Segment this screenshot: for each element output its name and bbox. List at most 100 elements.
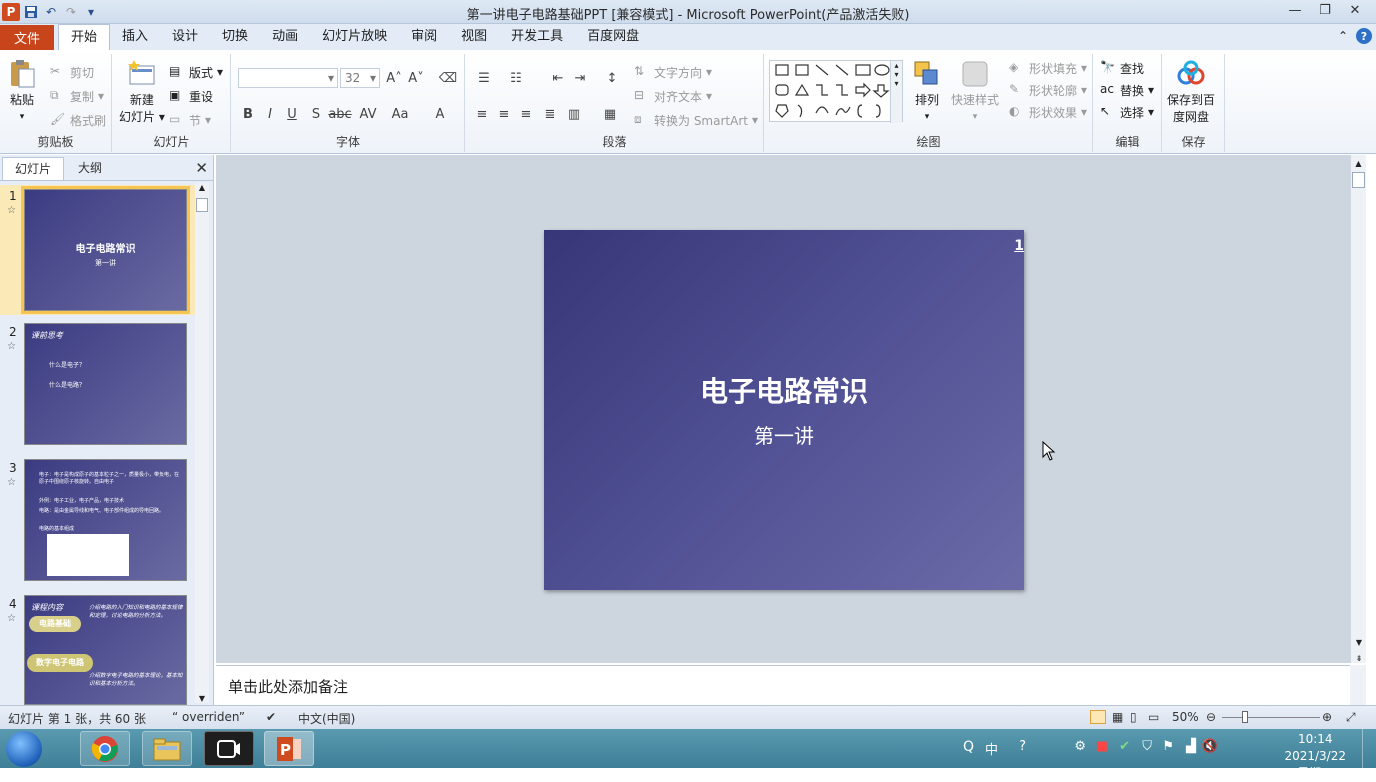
- next-slide-icon[interactable]: ⇟: [1351, 654, 1367, 663]
- notes-placeholder[interactable]: 单击此处添加备注: [228, 676, 348, 697]
- shape-fill-button[interactable]: ◈ 形状填充 ▾: [1009, 58, 1087, 78]
- thumbnail-slide-2[interactable]: 课前思考 什么是电子？ 什么是电路？: [24, 323, 187, 445]
- cut-button[interactable]: ✂ 剪切: [50, 62, 94, 82]
- help-icon[interactable]: ?: [1356, 28, 1372, 44]
- close-icon[interactable]: ✕: [1340, 0, 1370, 20]
- flag-icon[interactable]: ⚑: [1162, 739, 1174, 754]
- zoom-level[interactable]: 50%: [1172, 710, 1199, 724]
- thumbnail-slide-3[interactable]: 电子：电子是构成原子的基本粒子之一，质量极小，带负电，在原子中围绕原子核旋转。自…: [24, 459, 187, 581]
- shape-effects-button[interactable]: ◐ 形状效果 ▾: [1009, 102, 1087, 122]
- zoom-out-icon[interactable]: ⊖: [1206, 710, 1216, 724]
- paste-button[interactable]: 粘贴 ▾: [6, 58, 38, 126]
- notes-pane[interactable]: 单击此处添加备注: [216, 665, 1350, 705]
- increase-indent-icon[interactable]: ⇥: [570, 68, 590, 88]
- thumbnail-scrollbar[interactable]: ▲ ▼: [195, 183, 209, 703]
- shapes-gallery[interactable]: ▴ ▾ ▾: [769, 60, 903, 123]
- font-name-combo[interactable]: ▾: [238, 68, 338, 88]
- new-slide-button[interactable]: 新建 幻灯片 ▾: [119, 58, 165, 126]
- record-icon[interactable]: ■: [1096, 739, 1108, 754]
- minimize-icon[interactable]: —: [1280, 0, 1310, 20]
- slide-sorter-icon[interactable]: ▦: [1112, 710, 1123, 724]
- change-case-icon[interactable]: Aa: [390, 104, 410, 124]
- convert-smartart-button[interactable]: ⧈ 转换为 SmartArt ▾: [634, 110, 758, 130]
- search-icon[interactable]: Q: [963, 739, 974, 755]
- notes-scrollbar[interactable]: [1350, 665, 1366, 705]
- language[interactable]: 中文(中国): [298, 710, 355, 727]
- decrease-indent-icon[interactable]: ⇤: [548, 68, 568, 88]
- normal-view-icon[interactable]: [1090, 710, 1106, 724]
- tab-slides[interactable]: 幻灯片: [2, 157, 65, 180]
- thumbnail-slide-4[interactable]: 课程内容 电路基础 数字电子电路 介绍电路的入门知识和电路的基本规律和定理，讨论…: [24, 595, 187, 705]
- distributed-icon[interactable]: ▥: [564, 104, 584, 124]
- close-panel-icon[interactable]: ✕: [195, 159, 208, 177]
- current-slide[interactable]: 1 电子电路常识 第一讲: [544, 230, 1024, 590]
- tab-slideshow[interactable]: 幻灯片放映: [310, 24, 399, 50]
- align-text-button[interactable]: ⊟ 对齐文本 ▾: [634, 86, 712, 106]
- underline-icon[interactable]: U: [282, 104, 302, 124]
- tab-review[interactable]: 审阅: [399, 24, 449, 50]
- thumbnail-row-3[interactable]: 3 ☆ 电子：电子是构成原子的基本粒子之一，质量极小，带负电，在原子中围绕原子核…: [0, 457, 196, 587]
- align-center-icon[interactable]: ≡: [494, 104, 514, 124]
- slide-title[interactable]: 电子电路常识: [544, 370, 1024, 410]
- explorer-icon[interactable]: [142, 731, 192, 766]
- text-direction-button[interactable]: ⇅ 文字方向 ▾: [634, 62, 712, 82]
- minimize-ribbon-icon[interactable]: ⌃: [1338, 29, 1348, 43]
- grow-font-icon[interactable]: A˄: [384, 68, 404, 88]
- zoom-slider[interactable]: [1222, 717, 1320, 718]
- slide-scrollbar[interactable]: ▲ ▼ ⇟: [1350, 155, 1366, 663]
- align-left-icon[interactable]: ≡: [472, 104, 492, 124]
- font-color-icon[interactable]: A: [430, 104, 450, 124]
- quick-styles-button[interactable]: 快速样式 ▾: [951, 58, 999, 126]
- section-button[interactable]: ▭ 节 ▾: [169, 110, 211, 130]
- thumbnail-slide-1[interactable]: 电子电路常识 第一讲: [21, 186, 190, 314]
- line-spacing-icon[interactable]: ↕: [602, 68, 622, 88]
- thumbnail-row-4[interactable]: 4 ☆ 课程内容 电路基础 数字电子电路 介绍电路的入门知识和电路的基本规律和定…: [0, 593, 196, 705]
- tab-baidu[interactable]: 百度网盘: [575, 24, 651, 50]
- columns-icon[interactable]: ▦: [600, 104, 620, 124]
- camera-icon[interactable]: [204, 731, 254, 766]
- tab-developer[interactable]: 开发工具: [499, 24, 575, 50]
- fit-slide-icon[interactable]: ⤢: [1346, 710, 1356, 725]
- scroll-down-icon[interactable]: ▼: [1351, 638, 1367, 647]
- start-button[interactable]: [6, 731, 42, 767]
- show-desktop-button[interactable]: [1362, 729, 1376, 768]
- select-button[interactable]: ↖ 选择 ▾: [1100, 102, 1154, 122]
- ime-indicator[interactable]: 中: [985, 739, 998, 758]
- gallery-more-icon[interactable]: ▴ ▾ ▾: [890, 61, 902, 123]
- find-button[interactable]: 🔭 查找: [1100, 58, 1144, 78]
- tab-file[interactable]: 文件: [0, 25, 54, 50]
- network-icon[interactable]: ▟: [1186, 739, 1196, 754]
- bold-icon[interactable]: B: [238, 104, 258, 124]
- shape-outline-button[interactable]: ✎ 形状轮廓 ▾: [1009, 80, 1087, 100]
- tab-transitions[interactable]: 切换: [210, 24, 260, 50]
- char-spacing-icon[interactable]: AV: [358, 104, 378, 124]
- zoom-slider-thumb[interactable]: [1242, 711, 1248, 723]
- ime-help-icon[interactable]: ?: [1019, 739, 1026, 754]
- shield-icon[interactable]: ⛉: [1142, 739, 1152, 754]
- volume-muted-icon[interactable]: 🔇: [1202, 739, 1218, 754]
- layout-button[interactable]: ▤ 版式 ▾: [169, 62, 223, 82]
- thumbnail-scroll-thumb[interactable]: [196, 198, 208, 212]
- slide-subtitle[interactable]: 第一讲: [544, 420, 1024, 449]
- spellcheck-icon[interactable]: ✔: [266, 710, 276, 724]
- shrink-font-icon[interactable]: A˅: [406, 68, 426, 88]
- align-right-icon[interactable]: ≡: [516, 104, 536, 124]
- zoom-in-icon[interactable]: ⊕: [1322, 710, 1332, 724]
- tab-view[interactable]: 视图: [449, 24, 499, 50]
- replace-button[interactable]: ac 替换 ▾: [1100, 80, 1154, 100]
- powerpoint-icon[interactable]: P: [264, 731, 314, 766]
- slide-scroll-thumb[interactable]: [1352, 172, 1365, 188]
- clear-format-icon[interactable]: ⌫: [438, 68, 458, 88]
- clock[interactable]: 10:14 2021/3/22 星期一: [1284, 731, 1346, 782]
- reading-view-icon[interactable]: ▯: [1130, 710, 1137, 724]
- thumbnail-row-1[interactable]: 1 ☆ 电子电路常识 第一讲: [0, 185, 196, 315]
- format-painter-button[interactable]: 🖌 格式刷: [50, 110, 106, 130]
- slideshow-icon[interactable]: ▭: [1148, 710, 1159, 724]
- bullets-icon[interactable]: ☰: [474, 68, 494, 88]
- save-baidu-button[interactable]: 保存到百 度网盘: [1167, 58, 1215, 126]
- copy-button[interactable]: ⧉ 复制 ▾: [50, 86, 104, 106]
- numbering-icon[interactable]: ☷: [506, 68, 526, 88]
- restore-icon[interactable]: ❐: [1310, 0, 1340, 20]
- bluetooth-icon[interactable]: ⚙: [1074, 739, 1086, 754]
- thumbnail-row-2[interactable]: 2 ☆ 课前思考 什么是电子？ 什么是电路？: [0, 321, 196, 451]
